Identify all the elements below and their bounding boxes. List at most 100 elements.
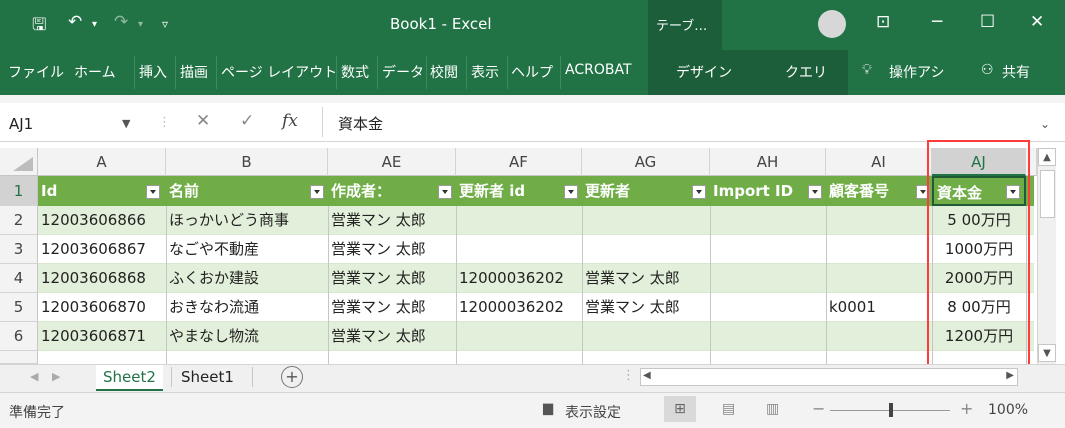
cell-creator[interactable]: 営業マン 太郎 [328,206,456,234]
row-header[interactable]: 4 [0,264,38,293]
customize-quick-access-icon[interactable]: ▿ [162,17,168,31]
cell-id[interactable]: 12003606871 [38,322,166,350]
ribbon-display-options-icon[interactable]: ⊡ [876,12,890,32]
cell-creator[interactable]: 営業マン 太郎 [328,235,456,263]
cell-import-id[interactable] [710,322,826,350]
row-header-partial[interactable] [0,351,38,364]
horizontal-scrollbar[interactable]: ◀ ▶ [640,368,1018,386]
cell-id[interactable]: 12003606866 [38,206,166,234]
tell-me-box[interactable]: 操作アシ [889,62,944,82]
lightbulb-icon[interactable]: 💡︎ [862,62,872,78]
cell-id[interactable]: 12003606868 [38,264,166,292]
share-button[interactable]: 共有 [1002,62,1030,82]
cell-customer-no[interactable] [826,235,932,263]
cell-customer-no[interactable] [826,264,932,292]
table-header-updater[interactable]: 更新者 [582,176,710,206]
cell-import-id[interactable] [710,206,826,234]
cell-name[interactable]: なごや不動産 [166,235,328,263]
zoom-slider-thumb[interactable] [889,403,893,417]
expand-formula-bar-icon[interactable]: ⌄ [1040,117,1050,131]
column-header-ag[interactable]: AG [582,148,710,176]
cell-updater-id[interactable] [456,235,582,263]
tab-view[interactable]: 表示 [471,62,499,82]
cell-updater[interactable]: 営業マン 太郎 [582,264,710,292]
maximize-icon[interactable]: ☐ [980,12,995,32]
row-header[interactable]: 6 [0,322,38,351]
undo-dropdown-icon[interactable]: ▾ [92,19,97,30]
cell-name[interactable]: ふくおか建設 [166,264,328,292]
scroll-thumb[interactable] [1040,170,1055,218]
column-header-ah[interactable]: AH [710,148,826,176]
cell-import-id[interactable] [710,264,826,292]
table-header-creator[interactable]: 作成者： [328,176,456,206]
cell-name[interactable]: ほっかいどう商事 [166,206,328,234]
row-header[interactable]: 5 [0,293,38,322]
scroll-up-icon[interactable]: ▲ [1038,148,1056,166]
tab-home[interactable]: ホーム [74,62,116,82]
tab-insert[interactable]: 挿入 [139,62,167,82]
tab-split-grip-icon[interactable]: ⋮ [622,368,635,383]
cell-updater[interactable] [582,235,710,263]
tab-page-layout[interactable]: ページ レイアウト [221,62,337,82]
close-icon[interactable]: ✕ [1030,12,1044,32]
scroll-right-icon[interactable]: ▶ [1006,370,1014,381]
save-icon[interactable]: 🖫 [32,12,46,41]
tab-help[interactable]: ヘルプ [511,62,553,82]
column-header-ae[interactable]: AE [328,148,456,176]
minimize-icon[interactable]: ─ [932,12,942,32]
cell-creator[interactable]: 営業マン 太郎 [328,264,456,292]
tab-sheet2[interactable]: Sheet2 [96,365,163,391]
filter-dropdown-icon[interactable] [808,185,822,199]
cell-updater[interactable] [582,206,710,234]
cell-id[interactable]: 12003606870 [38,293,166,321]
account-icon[interactable] [818,10,846,38]
table-header-name[interactable]: 名前 [166,176,328,206]
display-settings-button[interactable]: 表示設定 [565,402,621,422]
cell-id[interactable]: 12003606867 [38,235,166,263]
cell-updater-id[interactable] [456,322,582,350]
display-settings-icon[interactable]: ▆ [543,401,553,416]
formula-input[interactable]: 資本金 [338,111,383,137]
page-layout-view-icon[interactable]: ▤ [722,401,735,417]
cell-updater-id[interactable]: 12000036202 [456,264,582,292]
cell-creator[interactable]: 営業マン 太郎 [328,322,456,350]
name-box-dropdown-icon[interactable]: ▼ [122,117,130,130]
tab-acrobat[interactable]: ACROBAT [565,62,632,78]
row-header[interactable]: 3 [0,235,38,264]
cancel-icon[interactable]: ✕ [196,111,210,131]
cell-creator[interactable]: 営業マン 太郎 [328,293,456,321]
enter-icon[interactable]: ✓ [240,111,254,131]
column-header-ai[interactable]: AI [826,148,932,176]
tab-formulas[interactable]: 数式 [341,62,369,82]
cell-customer-no[interactable] [826,322,932,350]
cell-name[interactable]: おきなわ流通 [166,293,328,321]
tab-query[interactable]: クエリ [785,62,827,82]
cell-customer-no[interactable]: k0001 [826,293,932,321]
insert-function-icon[interactable]: fx [282,111,298,131]
tab-design[interactable]: デザイン [676,62,732,82]
page-break-view-icon[interactable]: ▥ [766,401,779,417]
normal-view-icon[interactable]: ⊞ [664,396,696,422]
filter-dropdown-icon[interactable] [564,185,578,199]
zoom-out-icon[interactable]: − [812,399,825,418]
filter-dropdown-icon[interactable] [310,185,324,199]
column-header-a[interactable]: A [38,148,166,176]
share-icon[interactable]: ⚇ [981,62,994,78]
tab-file[interactable]: ファイル [8,62,64,82]
add-sheet-icon[interactable]: + [281,366,303,388]
cell-updater[interactable]: 営業マン 太郎 [582,293,710,321]
tab-review[interactable]: 校閲 [430,62,458,82]
scroll-down-icon[interactable]: ▼ [1038,344,1056,362]
tab-data[interactable]: データ [382,62,424,82]
redo-icon[interactable]: ↷ [114,12,128,32]
filter-dropdown-icon[interactable] [692,185,706,199]
row-header[interactable]: 2 [0,206,38,235]
redo-dropdown-icon[interactable]: ▾ [138,19,143,30]
cell-updater[interactable] [582,322,710,350]
tab-sheet1[interactable]: Sheet1 [174,365,241,389]
select-all-corner[interactable] [0,148,38,176]
cell-updater-id[interactable]: 12000036202 [456,293,582,321]
cell-customer-no[interactable] [826,206,932,234]
column-header-af[interactable]: AF [456,148,582,176]
filter-dropdown-icon[interactable] [438,185,452,199]
